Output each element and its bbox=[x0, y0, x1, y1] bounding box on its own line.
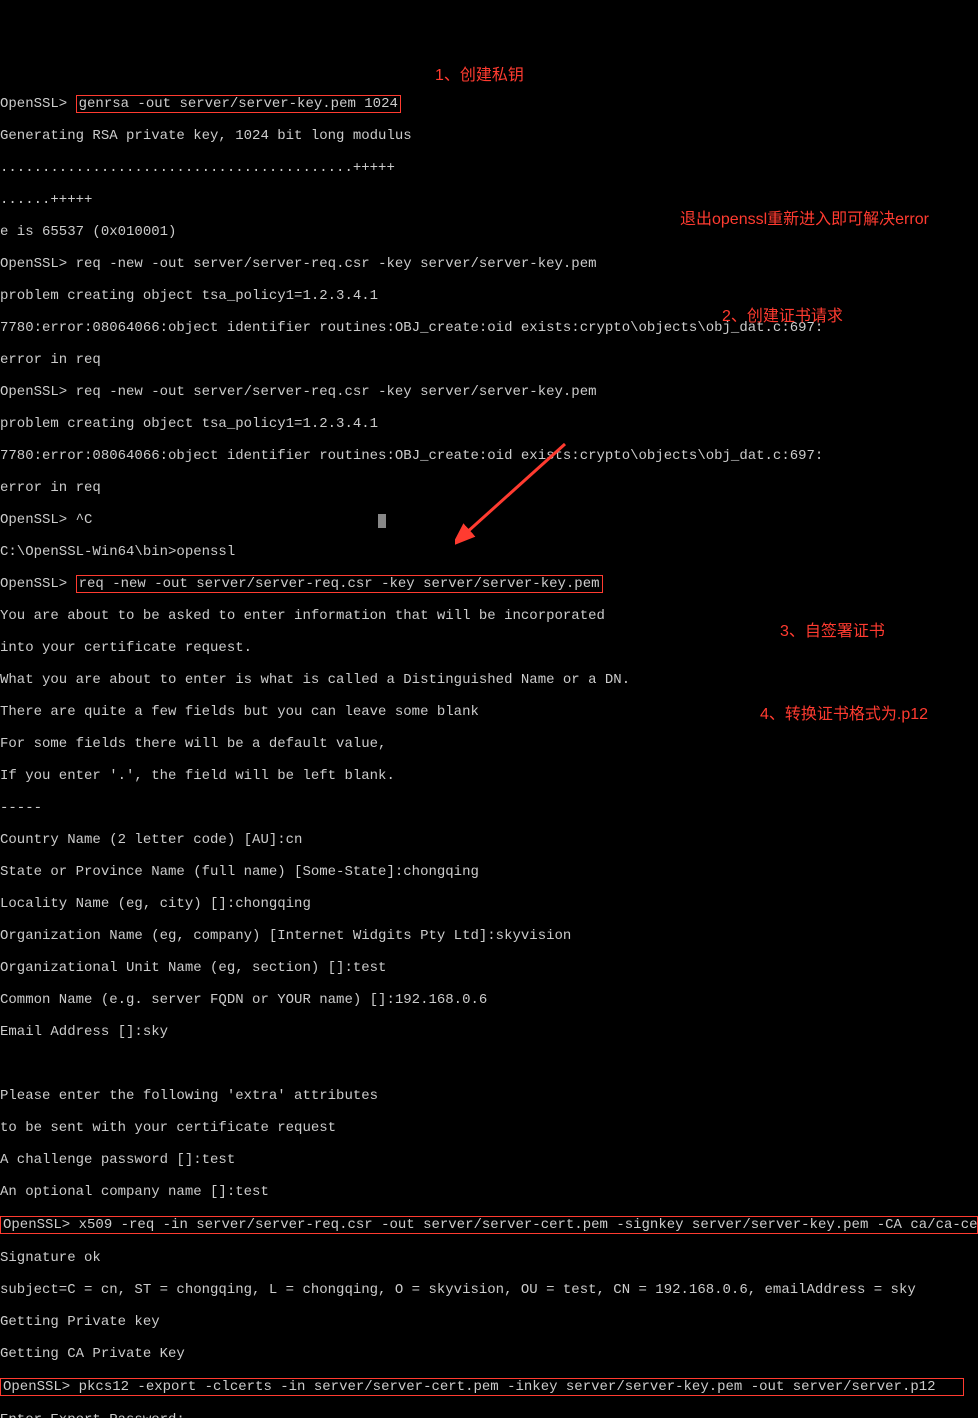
out-loc: Locality Name (eg, city) []:chongqing bbox=[0, 896, 978, 912]
out-extra2: to be sent with your certificate request bbox=[0, 1120, 978, 1136]
out-gpk: Getting Private key bbox=[0, 1314, 978, 1330]
out-optc: An optional company name []:test bbox=[0, 1184, 978, 1200]
out-cname: Common Name (e.g. server FQDN or YOUR na… bbox=[0, 992, 978, 1008]
out-gcapk: Getting CA Private Key bbox=[0, 1346, 978, 1362]
out-blank bbox=[0, 1056, 978, 1072]
out-sigok: Signature ok bbox=[0, 1250, 978, 1266]
out-org: Organization Name (eg, company) [Interne… bbox=[0, 928, 978, 944]
out-st: State or Province Name (full name) [Some… bbox=[0, 864, 978, 880]
out-about1: You are about to be asked to enter infor… bbox=[0, 608, 978, 624]
cd-line: C:\OpenSSL-Win64\bin>openssl bbox=[0, 544, 978, 560]
cursor bbox=[378, 514, 386, 528]
prompt: OpenSSL> bbox=[0, 96, 76, 112]
out-errreq: error in req bbox=[0, 352, 978, 368]
prompt: OpenSSL> bbox=[0, 384, 76, 400]
out-about6: If you enter '.', the field will be left… bbox=[0, 768, 978, 784]
cmd-pkcs12: pkcs12 -export -clcerts -in server/serve… bbox=[79, 1379, 936, 1395]
prompt: OpenSSL> bbox=[0, 256, 76, 272]
prompt: OpenSSL> bbox=[0, 512, 76, 528]
cmd-x509-box: OpenSSL> x509 -req -in server/server-req… bbox=[0, 1216, 978, 1234]
annotation-3: 3、自签署证书 bbox=[780, 624, 885, 640]
prompt: OpenSSL> bbox=[3, 1379, 79, 1395]
cmd-pkcs12-box: OpenSSL> pkcs12 -export -clcerts -in ser… bbox=[0, 1378, 964, 1396]
cmd-ctrlc: ^C bbox=[76, 512, 93, 528]
terminal-window[interactable]: OpenSSL> genrsa -out server/server-key.p… bbox=[0, 64, 978, 1418]
cmd-req1: req -new -out server/server-req.csr -key… bbox=[76, 256, 597, 272]
prompt: OpenSSL> bbox=[3, 1217, 79, 1233]
cmd-x509: x509 -req -in server/server-req.csr -out… bbox=[79, 1217, 978, 1233]
out-dash: ----- bbox=[0, 800, 978, 816]
out-dots: ........................................… bbox=[0, 160, 978, 176]
out-chpw: A challenge password []:test bbox=[0, 1152, 978, 1168]
annotation-2: 2、创建证书请求 bbox=[722, 309, 843, 325]
out-err77802: 7780:error:08064066:object identifier ro… bbox=[0, 448, 978, 464]
cmd-genrsa-box: genrsa -out server/server-key.pem 1024 bbox=[76, 95, 401, 113]
out-subj: subject=C = cn, ST = chongqing, L = chon… bbox=[0, 1282, 978, 1298]
out-exppw: Enter Export Password: bbox=[0, 1412, 978, 1418]
annotation-error: 退出openssl重新进入即可解决error bbox=[680, 212, 929, 228]
out-about5: For some fields there will be a default … bbox=[0, 736, 978, 752]
prompt: OpenSSL> bbox=[0, 576, 76, 592]
cmd-req2: req -new -out server/server-req.csr -key… bbox=[76, 384, 597, 400]
out-extra1: Please enter the following 'extra' attri… bbox=[0, 1088, 978, 1104]
out-dots2: ......+++++ bbox=[0, 192, 978, 208]
out-pcobj: problem creating object tsa_policy1=1.2.… bbox=[0, 288, 978, 304]
out-errreq2: error in req bbox=[0, 480, 978, 496]
out-pcobj2: problem creating object tsa_policy1=1.2.… bbox=[0, 416, 978, 432]
out-about3: What you are about to enter is what is c… bbox=[0, 672, 978, 688]
out-cn: Country Name (2 letter code) [AU]:cn bbox=[0, 832, 978, 848]
out-genrsa: Generating RSA private key, 1024 bit lon… bbox=[0, 128, 978, 144]
cmd-req3-box: req -new -out server/server-req.csr -key… bbox=[76, 575, 603, 593]
cmd-req3: req -new -out server/server-req.csr -key… bbox=[79, 576, 600, 592]
annotation-4: 4、转换证书格式为.p12 bbox=[760, 707, 928, 723]
out-ou: Organizational Unit Name (eg, section) [… bbox=[0, 960, 978, 976]
out-email: Email Address []:sky bbox=[0, 1024, 978, 1040]
cmd-genrsa: genrsa -out server/server-key.pem 1024 bbox=[79, 96, 398, 112]
annotation-1: 1、创建私钥 bbox=[435, 68, 524, 84]
out-about2: into your certificate request. bbox=[0, 640, 978, 656]
